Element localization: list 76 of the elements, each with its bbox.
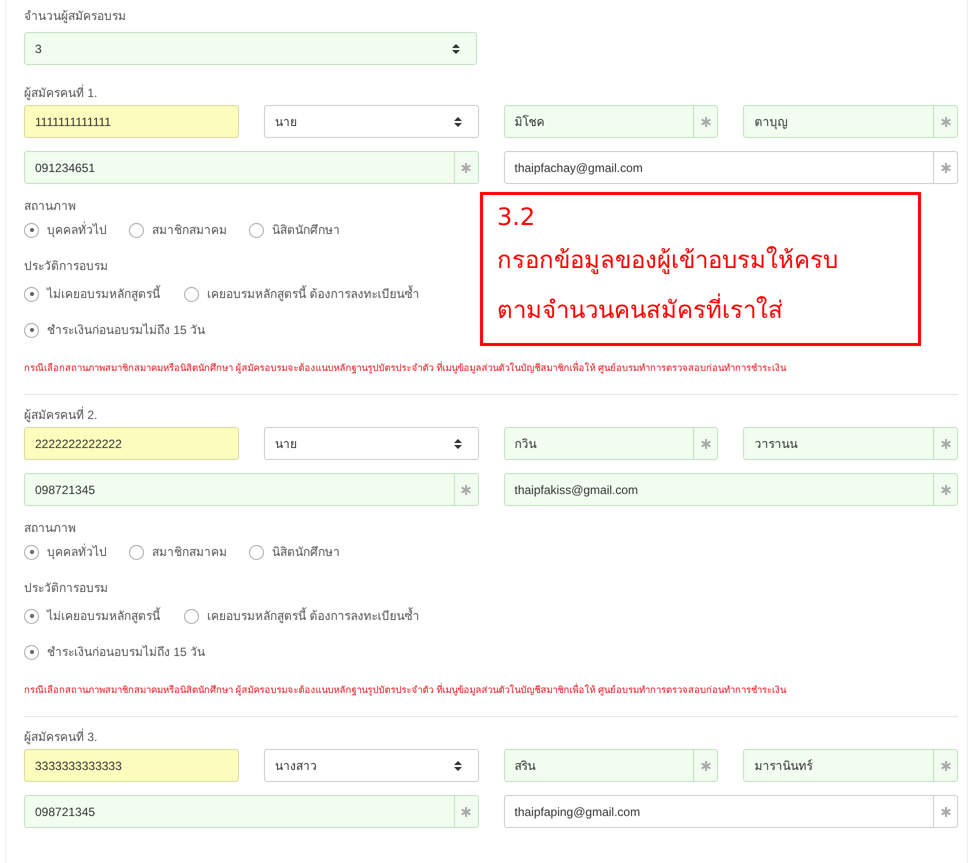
callout-text: ตามจำนวนคนสมัครที่เราใส่ <box>497 285 783 335</box>
count-label: จำนวนผู้สมัครอบรม <box>24 8 126 24</box>
input-field[interactable]: 3333333333333 <box>24 749 239 782</box>
callout-text: กรอกข้อมูลของผู้เข้าอบรมให้ครบ <box>497 245 838 276</box>
radio-option[interactable]: ชำระเงินก่อนอบรมไม่ถึง 15 วัน <box>24 322 206 338</box>
asterisk-icon <box>700 438 711 448</box>
asterisk-icon <box>461 806 471 816</box>
applicant-heading: ผู้สมัครคนที่ 1. <box>24 85 98 101</box>
input-value: 098721345 <box>34 804 96 820</box>
input-value: มิโชค <box>514 114 546 130</box>
input-value: thaipfachay@gmail.com <box>514 160 644 176</box>
input-value: thaipfakiss@gmail.com <box>514 482 640 498</box>
input-value: 098721345 <box>34 482 96 498</box>
radio-option[interactable]: ไม่เคยอบรมหลักสูตรนี้ <box>24 286 160 302</box>
select-value: นางสาว <box>274 758 317 774</box>
radio-option[interactable]: เคยอบรมหลักสูตรนี้ ต้องการลงทะเบียนซ้ำ <box>184 286 420 302</box>
history-label: ประวัติการอบรม <box>24 580 108 596</box>
radio-option[interactable]: ชำระเงินก่อนอบรมไม่ถึง 15 วัน <box>24 644 206 660</box>
asterisk-icon <box>940 484 950 494</box>
input-field[interactable]: ตาบุญ <box>743 105 958 138</box>
select-value: นาย <box>274 114 297 130</box>
asterisk-icon <box>700 116 711 126</box>
input-field[interactable]: thaipfachay@gmail.com <box>504 151 958 184</box>
input-field[interactable]: มารานินทร์ <box>743 749 958 782</box>
input-value: 091234651 <box>34 160 96 176</box>
sort-icon <box>454 438 462 448</box>
radio-option[interactable]: บุคคลทั่วไป <box>24 544 107 560</box>
radio-option[interactable]: ไม่เคยอบรมหลักสูตรนี้ <box>24 608 160 624</box>
sort-icon <box>452 44 460 54</box>
input-field[interactable]: 098721345 <box>24 795 478 828</box>
select-field[interactable]: นาย <box>264 427 478 460</box>
sort-icon <box>454 116 462 126</box>
input-field[interactable]: กวิน <box>504 427 718 460</box>
history-label: ประวัติการอบรม <box>24 258 108 274</box>
callout-step: 3.2 <box>497 199 536 235</box>
asterisk-icon <box>700 760 711 770</box>
asterisk-icon <box>940 760 950 770</box>
input-field[interactable]: สริน <box>504 749 718 782</box>
sort-icon <box>454 760 462 770</box>
input-field[interactable]: 091234651 <box>24 151 478 184</box>
warning-note: กรณีเลือกสถานภาพสมาชิกสมาคมหรือนิสิตนักศึกษา ผู้สมัครอบรมจะต้องแนบหลักฐานรูปบัตรประจำตัว ที่เมนูข้อมูลส่วนตัวในบัญชีสมาชิกเพื่อให้ ศูนย์อบรมทำการตรวจสอบก่อนทำการชำระเงิน <box>24 684 788 698</box>
select-value: 3 <box>35 40 42 58</box>
radio-option[interactable]: นิสิตนักศึกษา <box>249 222 340 238</box>
asterisk-icon <box>940 162 950 172</box>
radio-option[interactable]: นิสิตนักศึกษา <box>249 544 340 560</box>
asterisk-icon <box>940 806 950 816</box>
asterisk-icon <box>940 116 950 126</box>
select-field[interactable]: นาย <box>264 105 478 138</box>
input-value: thaipfaping@gmail.com <box>514 804 642 820</box>
select-field[interactable]: นางสาว <box>264 749 478 782</box>
input-field[interactable]: 1111111111111 <box>24 105 239 138</box>
radio-option[interactable]: สมาชิกสมาคม <box>129 544 227 560</box>
warning-note: กรณีเลือกสถานภาพสมาชิกสมาคมหรือนิสิตนักศึกษา ผู้สมัครอบรมจะต้องแนบหลักฐานรูปบัตรประจำตัว ที่เมนูข้อมูลส่วนตัวในบัญชีสมาชิกเพื่อให้ ศูนย์อบรมทำการตรวจสอบก่อนทำการชำระเงิน <box>24 362 788 376</box>
radio-option[interactable]: สมาชิกสมาคม <box>129 222 227 238</box>
radio-option[interactable]: เคยอบรมหลักสูตรนี้ ต้องการลงทะเบียนซ้ำ <box>184 608 420 624</box>
input-value: ตาบุญ <box>753 114 788 132</box>
input-field[interactable]: 098721345 <box>24 473 478 506</box>
asterisk-icon <box>940 438 950 448</box>
status-label: สถานภาพ <box>24 198 76 214</box>
input-value: สริน <box>514 758 536 774</box>
input-field[interactable]: 2222222222222 <box>24 427 239 460</box>
applicant-heading: ผู้สมัครคนที่ 2. <box>24 407 98 423</box>
asterisk-icon <box>461 162 471 172</box>
status-label: สถานภาพ <box>24 520 76 536</box>
input-value: กวิน <box>514 436 538 452</box>
asterisk-icon <box>461 484 471 494</box>
input-field[interactable]: วารานน <box>743 427 958 460</box>
input-field[interactable]: thaipfaping@gmail.com <box>504 795 958 828</box>
select-value: นาย <box>274 436 297 452</box>
applicant-heading: ผู้สมัครคนที่ 3. <box>24 729 98 745</box>
input-value: วารานน <box>753 436 798 452</box>
input-value: มารานินทร์ <box>753 758 814 774</box>
count-select[interactable]: 3 <box>24 32 477 65</box>
radio-option[interactable]: บุคคลทั่วไป <box>24 222 107 238</box>
input-field[interactable]: มิโชค <box>504 105 718 138</box>
input-field[interactable]: thaipfakiss@gmail.com <box>504 473 958 506</box>
